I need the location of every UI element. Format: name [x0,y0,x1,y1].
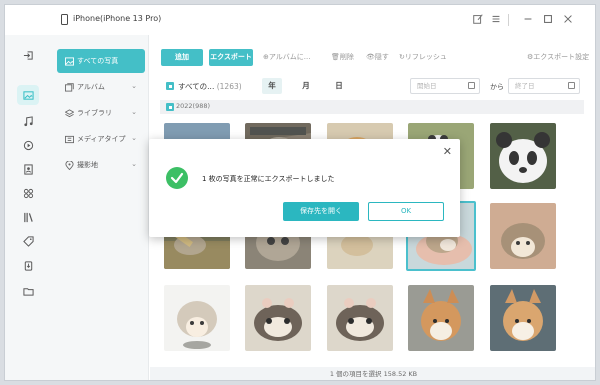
export-success-dialog: ✕ 1 枚の写真を正常にエクスポートしました 保存先を開く OK [149,139,460,237]
app-window: iPhone(iPhone 13 Pro) すべての写真 アルバム ⌄ ライブラ… [4,4,596,381]
success-check-icon [166,167,188,189]
open-folder-button[interactable]: 保存先を開く [283,202,359,221]
close-icon[interactable]: ✕ [443,145,452,158]
ok-button[interactable]: OK [368,202,444,221]
dialog-message: 1 枚の写真を正常にエクスポートしました [202,175,335,183]
